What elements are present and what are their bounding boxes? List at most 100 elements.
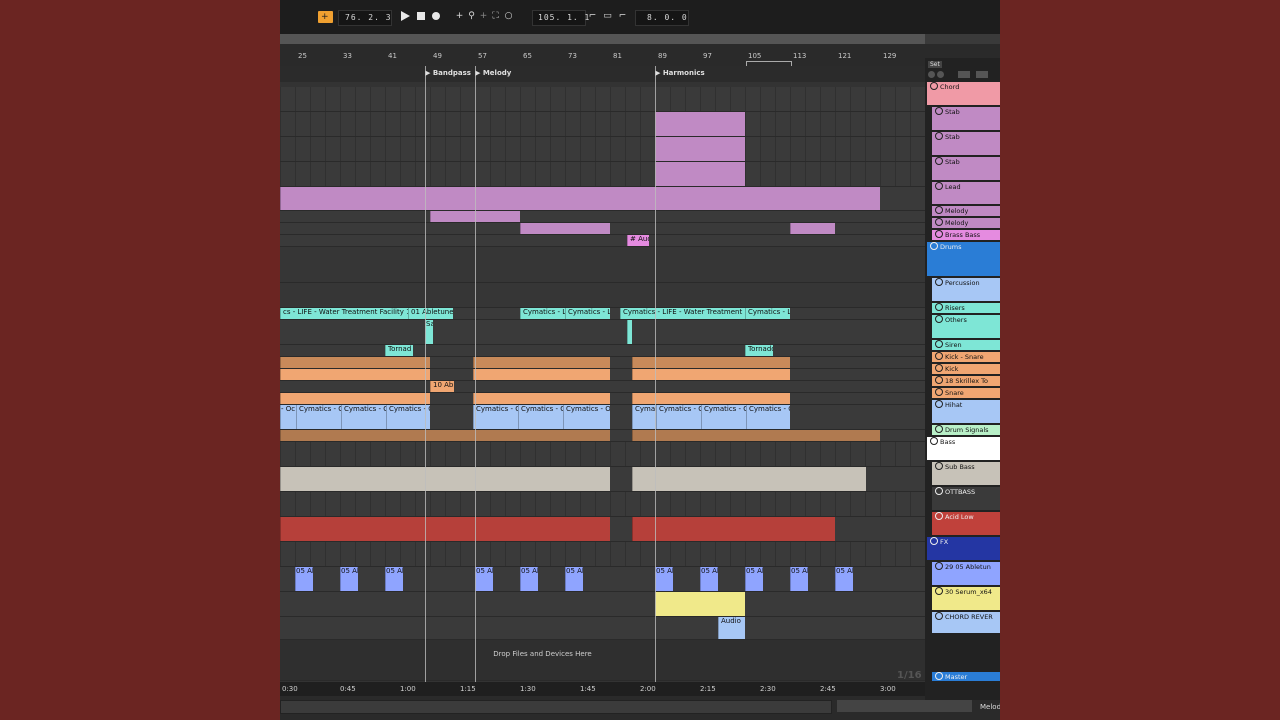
lane-kick-snare[interactable] — [280, 357, 925, 369]
fold-arrow-icon[interactable] — [935, 182, 943, 190]
audio-clip[interactable] — [632, 517, 835, 541]
lane-chord[interactable] — [280, 87, 925, 112]
midi-clip[interactable] — [520, 223, 610, 234]
track-header[interactable]: Chord — [927, 82, 1000, 106]
audio-clip[interactable]: 05 Ab — [565, 567, 583, 591]
audio-clip[interactable] — [632, 467, 866, 491]
track-header[interactable]: Melody — [932, 206, 1000, 217]
arrangement-overview[interactable] — [280, 34, 925, 44]
audio-clip[interactable]: Cymatics - LIFE - Water Treatment Fa — [620, 308, 745, 319]
lane-30-serum[interactable] — [280, 592, 925, 617]
lane-18-skrillex[interactable]: 10 Abl — [280, 381, 925, 393]
lane-lead[interactable] — [280, 187, 925, 211]
track-header[interactable]: Stab — [932, 107, 1000, 131]
locator-lane[interactable]: ▶ Bandpass ▶ Melody ▶ Harmonics — [280, 66, 925, 82]
lane-empty[interactable] — [280, 640, 925, 681]
audio-clip[interactable]: Cymatics - Oc — [341, 405, 386, 429]
audio-clip[interactable]: Cymatics - Oc — [746, 405, 790, 429]
re-enable-automation-icon[interactable]: + — [478, 11, 489, 22]
lane-fx[interactable] — [280, 542, 925, 567]
fold-arrow-icon[interactable] — [935, 352, 943, 360]
track-header[interactable]: Drum Signals — [932, 425, 1000, 436]
fold-arrow-icon[interactable] — [935, 218, 943, 226]
track-header[interactable]: Kick — [932, 364, 1000, 375]
follow-button[interactable]: + — [318, 11, 333, 23]
audio-clip[interactable]: 05 Ab — [655, 567, 673, 591]
track-header[interactable]: Stab — [932, 132, 1000, 156]
fold-arrow-icon[interactable] — [935, 612, 943, 620]
punch-in-icon[interactable]: ⌐ — [587, 11, 598, 22]
locator-melody[interactable]: ▶ Melody — [475, 69, 511, 77]
audio-clip[interactable]: Cymatics - Oc — [563, 405, 610, 429]
fold-arrow-icon[interactable] — [935, 376, 943, 384]
audio-clip[interactable]: 05 Ab — [475, 567, 493, 591]
audio-clip[interactable]: 01 Abletunes — [408, 308, 453, 319]
overdub-icon[interactable]: + — [454, 11, 465, 22]
lane-stab[interactable] — [280, 137, 925, 162]
time-ruler[interactable]: 0:30 0:45 1:00 1:15 1:30 1:45 2:00 2:15 … — [280, 682, 925, 696]
track-header[interactable]: FX — [927, 537, 1000, 561]
lane-ottbass[interactable] — [280, 492, 925, 517]
midi-clip[interactable] — [655, 162, 745, 186]
lane-risers[interactable]: cs - LIFE - Water Treatment Facility 1 0… — [280, 308, 925, 320]
track-header[interactable]: Brass Bass — [932, 230, 1000, 241]
audio-clip[interactable]: 05 Ab — [385, 567, 403, 591]
audio-clip[interactable] — [473, 393, 610, 404]
audio-clip[interactable]: Cymatics - Oc — [296, 405, 341, 429]
track-header[interactable]: Master — [932, 672, 1000, 682]
lane-percussion[interactable] — [280, 283, 925, 308]
fold-arrow-icon[interactable] — [930, 82, 938, 90]
track-header[interactable]: Acid Low — [932, 512, 1000, 536]
audio-clip[interactable]: Audio — [718, 617, 745, 639]
midi-clip[interactable] — [790, 223, 835, 234]
lane-others[interactable]: Sa — [280, 320, 925, 345]
midi-clip[interactable] — [655, 592, 745, 616]
audio-clip[interactable]: Cymat — [632, 405, 656, 429]
audio-clip[interactable]: Cymatics - LIFE — [565, 308, 610, 319]
lane-brass-bass[interactable]: # Audi — [280, 235, 925, 247]
loop-switch-icon[interactable]: ▭ — [602, 11, 613, 22]
nav-forward-icon[interactable] — [937, 71, 944, 78]
audio-clip[interactable]: 05 Ab — [295, 567, 313, 591]
fold-arrow-icon[interactable] — [935, 132, 943, 140]
fold-arrow-icon[interactable] — [935, 315, 943, 323]
audio-clip[interactable]: Cymatics - Oc — [518, 405, 563, 429]
track-header[interactable]: Sub Bass — [932, 462, 1000, 486]
fold-arrow-icon[interactable] — [930, 537, 938, 545]
fold-arrow-icon[interactable] — [935, 487, 943, 495]
audio-clip[interactable]: 10 Abl — [430, 381, 454, 392]
fold-arrow-icon[interactable] — [935, 230, 943, 238]
fold-arrow-icon[interactable] — [935, 364, 943, 372]
audio-clip[interactable]: Cymatics - Oc — [701, 405, 746, 429]
lane-29-abletun[interactable]: 05 Ab 05 Ab 05 Ab 05 Ab 05 Ab 05 Ab 05 A… — [280, 567, 925, 592]
track-header[interactable]: Hihat — [932, 400, 1000, 424]
audio-clip[interactable]: 05 Ab — [790, 567, 808, 591]
audio-clip[interactable]: cs - LIFE - Water Treatment Facility 1 — [280, 308, 408, 319]
audio-clip[interactable]: Cymatics - LIFE — [520, 308, 565, 319]
lane-snare[interactable] — [280, 393, 925, 405]
fold-arrow-icon[interactable] — [935, 462, 943, 470]
audio-clip[interactable]: Cymatics - Oc — [473, 405, 518, 429]
fold-arrow-icon[interactable] — [935, 512, 943, 520]
track-header[interactable]: 30 Serum_x64 — [932, 587, 1000, 611]
track-header[interactable]: Melody — [932, 218, 1000, 229]
track-header[interactable]: Siren — [932, 340, 1000, 351]
audio-clip[interactable]: 05 Ab — [745, 567, 763, 591]
audio-clip[interactable] — [473, 369, 610, 380]
locator-bandpass[interactable]: ▶ Bandpass — [425, 69, 471, 77]
fold-arrow-icon[interactable] — [935, 206, 943, 214]
fold-arrow-icon[interactable] — [935, 303, 943, 311]
stop-icon[interactable] — [415, 11, 426, 22]
audio-clip[interactable] — [632, 430, 880, 441]
lane-melody[interactable] — [280, 211, 925, 223]
lane-acid-low[interactable] — [280, 517, 925, 542]
lane-bass[interactable] — [280, 442, 925, 467]
lane-chord-rever[interactable]: Audio — [280, 617, 925, 640]
audio-clip[interactable]: - Oc — [280, 405, 296, 429]
record-icon[interactable] — [430, 11, 441, 22]
horizontal-scrollbar[interactable] — [280, 700, 832, 714]
audio-clip[interactable]: 05 Ab — [340, 567, 358, 591]
midi-clip[interactable] — [655, 112, 745, 136]
fold-arrow-icon[interactable] — [935, 388, 943, 396]
track-header[interactable]: 29 05 Abletun — [932, 562, 1000, 586]
